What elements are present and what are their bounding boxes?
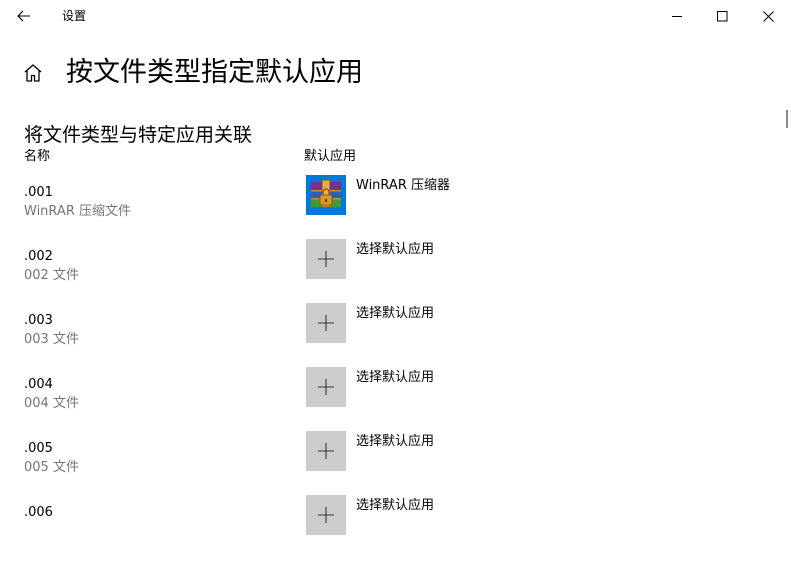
home-icon — [24, 64, 42, 82]
arrow-left-icon — [17, 10, 30, 22]
back-button[interactable] — [8, 0, 40, 32]
window-title: 设置 — [62, 9, 87, 23]
file-extension: .001 — [24, 185, 53, 200]
file-extension: .002 — [24, 249, 53, 264]
plus-icon — [306, 431, 346, 471]
file-extension: .004 — [24, 377, 53, 392]
close-icon — [762, 10, 774, 22]
winrar-icon — [306, 175, 346, 215]
file-extension: .006 — [24, 505, 53, 520]
maximize-button[interactable] — [699, 0, 745, 32]
default-app-button[interactable]: WinRAR 压缩器 — [304, 175, 604, 219]
choose-default-app-button[interactable]: 选择默认应用 — [304, 367, 604, 411]
home-button[interactable] — [22, 62, 46, 86]
file-extension: .005 — [24, 441, 53, 456]
default-app-label: 选择默认应用 — [356, 306, 435, 321]
page-title: 按文件类型指定默认应用 — [66, 57, 363, 88]
file-type-description: WinRAR 压缩文件 — [24, 204, 131, 219]
default-app-label: 选择默认应用 — [356, 370, 435, 385]
choose-default-app-button[interactable]: 选择默认应用 — [304, 495, 604, 539]
choose-default-app-button[interactable]: 选择默认应用 — [304, 239, 604, 283]
minimize-button[interactable] — [654, 0, 700, 32]
close-button[interactable] — [745, 0, 791, 32]
default-app-label: 选择默认应用 — [356, 434, 435, 449]
file-type-description: 002 文件 — [24, 268, 79, 283]
plus-icon — [306, 239, 346, 279]
maximize-icon — [716, 10, 727, 21]
choose-default-app-button[interactable]: 选择默认应用 — [304, 303, 604, 347]
plus-icon — [306, 303, 346, 343]
page-header: 按文件类型指定默认应用 — [0, 52, 700, 96]
default-app-label: 选择默认应用 — [356, 498, 435, 513]
column-header-name: 名称 — [24, 149, 51, 164]
list-item: .006 选择默认应用 — [0, 495, 760, 568]
plus-icon — [306, 495, 346, 535]
column-header-default-app: 默认应用 — [304, 149, 357, 164]
file-type-description: 004 文件 — [24, 396, 79, 411]
scrollbar-thumb[interactable] — [786, 110, 788, 128]
file-extension: .003 — [24, 313, 53, 328]
section-title: 将文件类型与特定应用关联 — [24, 124, 253, 146]
default-app-label: 选择默认应用 — [356, 242, 435, 257]
file-type-description: 003 文件 — [24, 332, 79, 347]
plus-icon — [306, 367, 346, 407]
title-bar: 设置 — [0, 0, 791, 32]
default-app-label: WinRAR 压缩器 — [356, 178, 450, 193]
file-type-description: 005 文件 — [24, 460, 79, 475]
choose-default-app-button[interactable]: 选择默认应用 — [304, 431, 604, 475]
minimize-icon — [671, 15, 682, 17]
